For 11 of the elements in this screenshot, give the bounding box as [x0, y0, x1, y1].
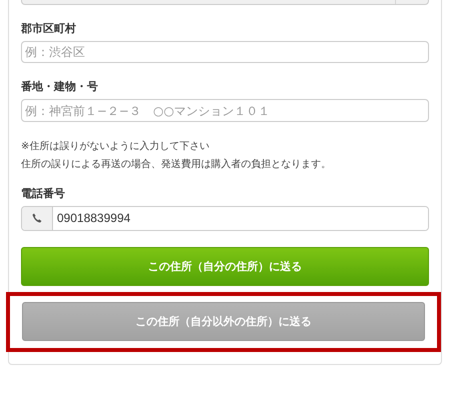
input-field[interactable]: 例：神宮前１−２−３ ○○マンション１０１: [21, 99, 429, 122]
field-label: 番地・建物・号: [21, 79, 99, 94]
input-field[interactable]: 例：渋谷区: [21, 41, 429, 64]
send-button[interactable]: この住所（自分の住所）に送る: [21, 247, 429, 286]
field-label: 電話番号: [21, 186, 66, 201]
field-label: 郡市区町村: [21, 21, 77, 36]
note-text: 住所の誤りによる再送の場合、発送費用は購入者の負担となります。: [21, 158, 332, 172]
send-other-button[interactable]: この住所（自分以外の住所）に送る: [22, 302, 425, 341]
phone-field[interactable]: 09018839994: [21, 206, 429, 231]
note-text: ※住所は誤りがないように入力して下さい: [21, 140, 210, 154]
phone-icon: [32, 213, 42, 224]
